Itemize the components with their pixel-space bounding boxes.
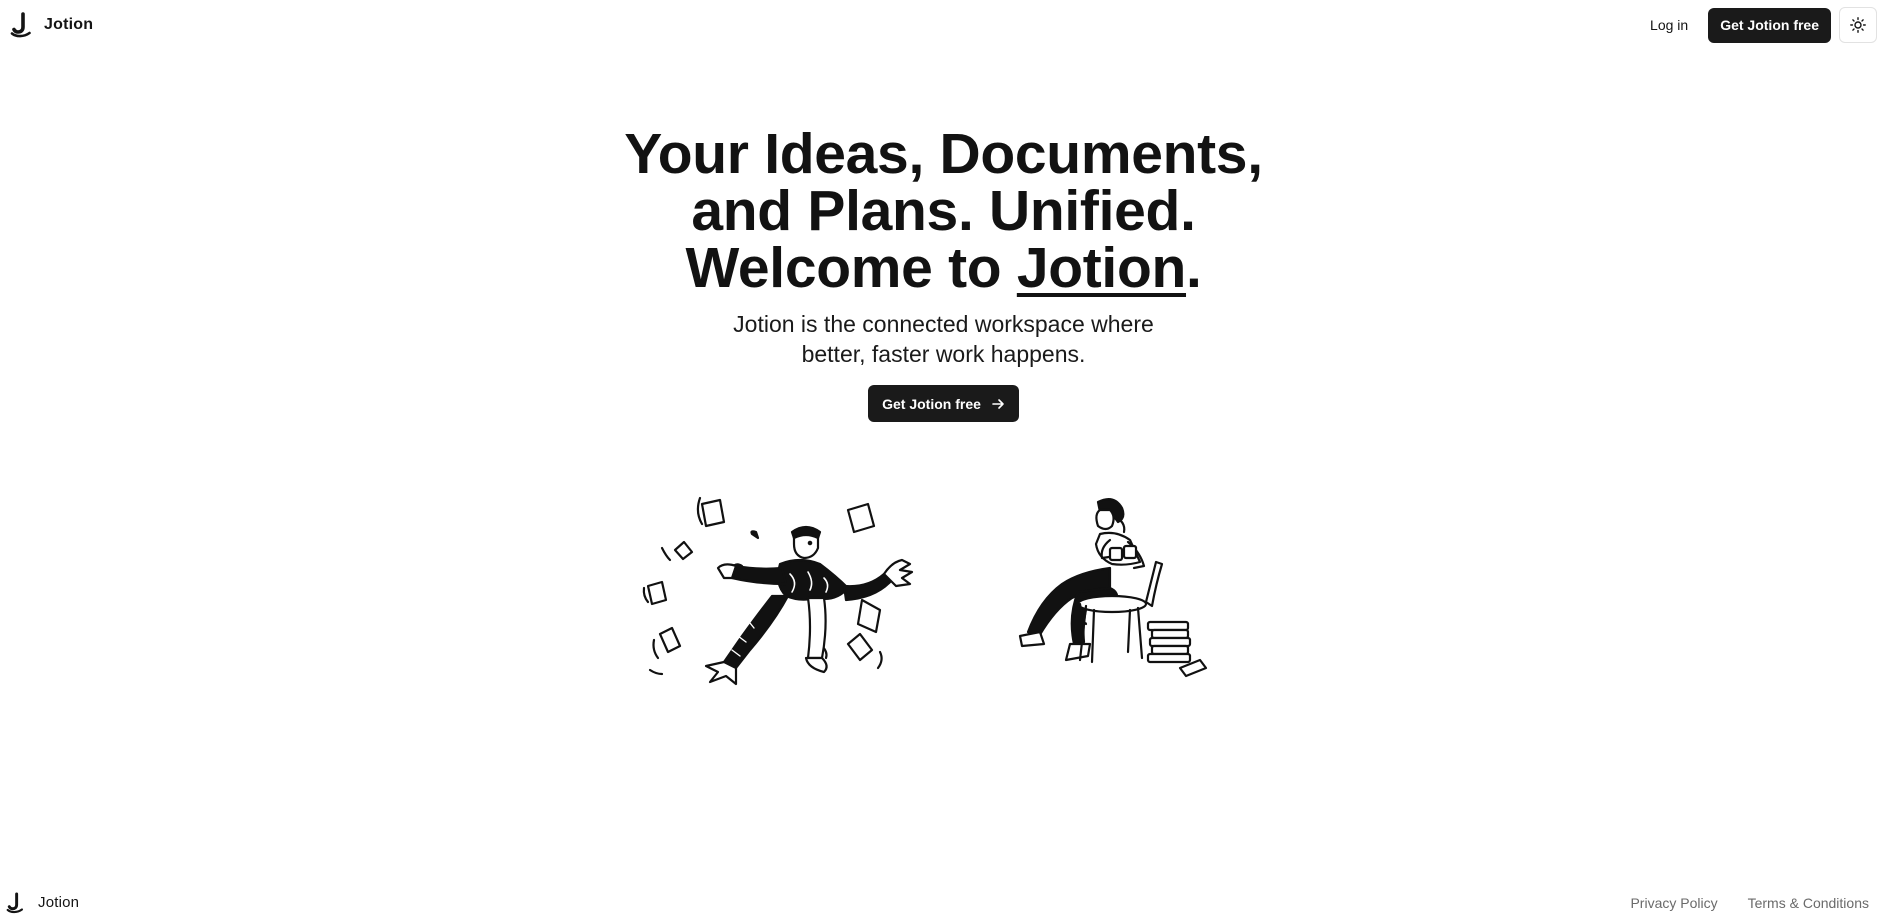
top-navbar: Jotion Log in Get Jotion free (0, 0, 1887, 50)
jotion-logo-icon (6, 892, 24, 913)
footer-brand-link[interactable]: Jotion (6, 892, 79, 914)
get-jotion-free-header-label: Get Jotion free (1720, 17, 1819, 33)
hero-heading-brand: Jotion (1016, 236, 1187, 300)
login-button[interactable]: Log in (1638, 9, 1700, 41)
get-jotion-free-hero-label: Get Jotion free (882, 395, 981, 412)
privacy-policy-link[interactable]: Privacy Policy (1618, 889, 1729, 917)
hero-illustrations (640, 492, 1210, 732)
get-jotion-free-hero-button[interactable]: Get Jotion free (868, 385, 1019, 422)
footer-links: Privacy Policy Terms & Conditions (1618, 889, 1881, 917)
get-jotion-free-header-button[interactable]: Get Jotion free (1708, 7, 1831, 43)
hero-subheading-line-1: Jotion is the connected workspace where (733, 311, 1154, 337)
hero-subheading: Jotion is the connected workspace where … (733, 309, 1154, 369)
terms-and-conditions-link[interactable]: Terms & Conditions (1736, 889, 1881, 917)
hero-heading-suffix: . (1186, 236, 1202, 300)
hero-section: Your Ideas, Documents, and Plans. Unifie… (0, 126, 1887, 422)
hero-heading: Your Ideas, Documents, and Plans. Unifie… (624, 126, 1263, 297)
hero-heading-line-3: Welcome to Jotion. (624, 240, 1263, 297)
footer-brand-name: Jotion (38, 894, 80, 911)
hero-heading-line-1: Your Ideas, Documents, (624, 122, 1263, 186)
hero-heading-line-2: and Plans. Unified. (691, 179, 1196, 243)
hero-subheading-line-2: better, faster work happens. (801, 341, 1086, 367)
hero-heading-prefix: Welcome to (685, 236, 1017, 300)
person-reading-on-chair-illustration (1018, 497, 1208, 678)
jotion-logo-icon (10, 12, 31, 38)
header-actions: Log in Get Jotion free (1638, 7, 1877, 43)
brand-link[interactable]: Jotion (10, 12, 93, 38)
hero-illustration-svg (642, 496, 1208, 686)
theme-toggle-button[interactable] (1839, 7, 1877, 43)
sun-icon (1850, 17, 1866, 33)
brand-name: Jotion (44, 16, 94, 33)
arrow-right-icon (992, 398, 1004, 409)
footer: Jotion Privacy Policy Terms & Conditions (0, 884, 1887, 921)
person-juggling-documents-illustration (642, 496, 914, 686)
